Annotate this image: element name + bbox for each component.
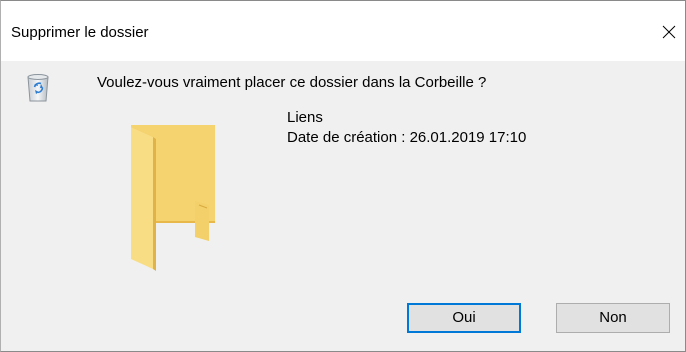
recycle-bin-icon [27,74,49,102]
yes-button[interactable]: Oui [407,303,521,333]
close-icon [662,25,676,39]
close-button[interactable] [655,15,685,49]
folder-creation-date: Date de création : 26.01.2019 17:10 [287,129,527,146]
folder-icon [131,125,215,271]
title-bar[interactable]: Supprimer le dossier [1,1,685,61]
delete-folder-dialog: Supprimer le dossier Voulez-vous vraimen… [0,0,686,352]
window-title: Supprimer le dossier [11,24,149,41]
folder-name: Liens [287,109,323,126]
confirmation-message: Voulez-vous vraiment placer ce dossier d… [97,74,487,91]
no-button[interactable]: Non [556,303,670,333]
